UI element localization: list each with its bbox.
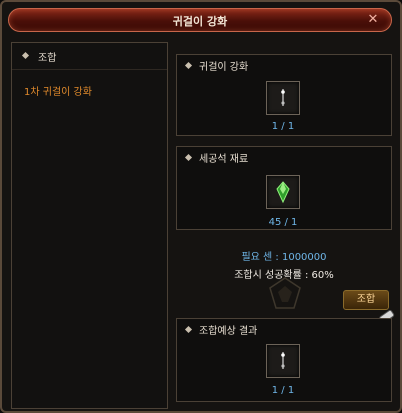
result-count: 1 / 1: [271, 385, 295, 396]
target-item-count: 1 / 1: [271, 121, 295, 132]
material-slot[interactable]: [266, 175, 300, 209]
diamond-bullet-icon: [184, 61, 193, 70]
green-gem-icon: [276, 181, 290, 204]
close-icon[interactable]: ✕: [365, 12, 381, 28]
window-title: 귀걸이 강화: [172, 15, 228, 28]
material-panel: 세공석 재료 45 / 1: [176, 146, 392, 230]
title-bar[interactable]: 귀걸이 강화 ✕: [8, 8, 392, 32]
target-item-slot[interactable]: [266, 81, 300, 115]
result-header: 조합예상 결과: [199, 326, 258, 337]
material-count: 45 / 1: [268, 217, 298, 228]
required-cost: 필요 센 : 1000000: [241, 252, 327, 263]
recipe-list-header: 조합: [12, 43, 167, 70]
enhance-window: 귀걸이 강화 ✕ 조합 1차 귀걸이 강화 귀걸이 강화 1 / 1 세공석 재…: [0, 0, 402, 413]
emblem-icon: [269, 277, 301, 309]
target-item-header: 귀걸이 강화: [199, 62, 249, 73]
material-header: 세공석 재료: [199, 154, 249, 165]
recipe-list-header-label: 조합: [38, 53, 57, 64]
earring-icon: [281, 89, 285, 106]
recipe-list-panel: 조합 1차 귀걸이 강화: [11, 42, 168, 409]
diamond-bullet-icon: [21, 51, 30, 60]
result-slot[interactable]: [266, 344, 300, 378]
recipe-item[interactable]: 1차 귀걸이 강화: [24, 83, 92, 98]
earring-icon: [281, 352, 285, 369]
diamond-bullet-icon: [184, 153, 193, 162]
target-item-panel: 귀걸이 강화 1 / 1: [176, 54, 392, 136]
result-panel: 조합예상 결과 1 / 1: [176, 318, 392, 402]
diamond-bullet-icon: [184, 325, 193, 334]
